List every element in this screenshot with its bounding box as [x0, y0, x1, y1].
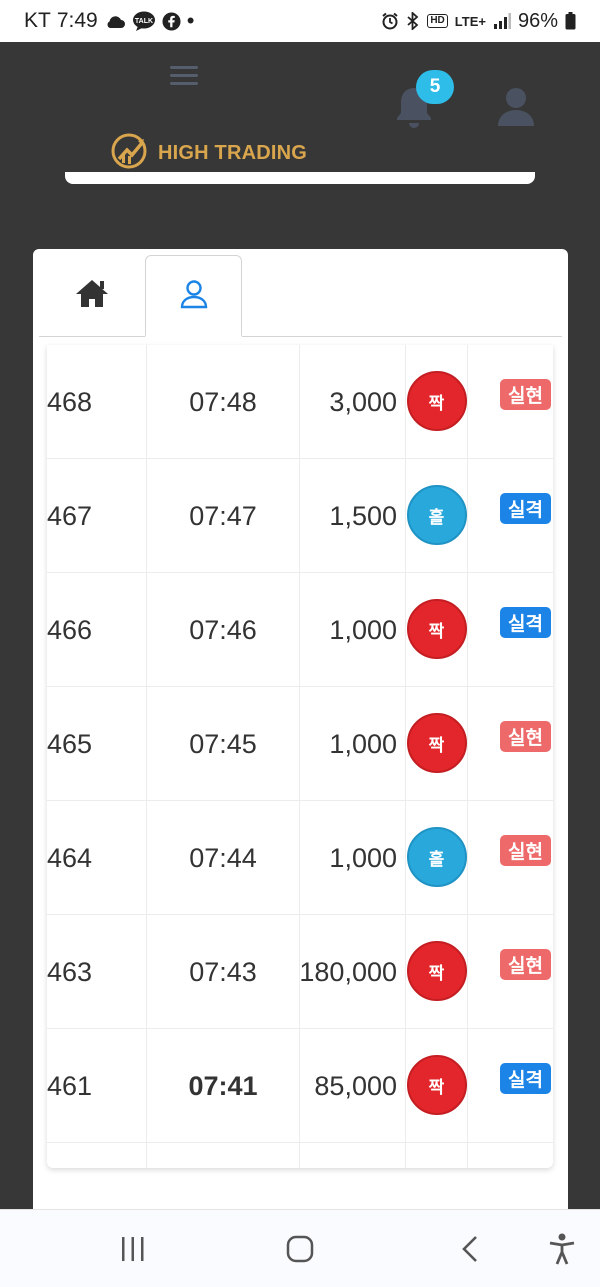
system-nav-bar — [0, 1209, 600, 1287]
tab-home[interactable] — [43, 255, 140, 335]
talk-icon: TALK — [132, 11, 156, 31]
round-id: 467 — [47, 500, 93, 531]
bet-amount: 1,000 — [299, 687, 405, 801]
pick-ball: 짝 — [406, 1055, 467, 1115]
network-label: LTE+ — [454, 13, 486, 29]
round-id: 468 — [47, 386, 93, 417]
table-row[interactable]: 465 07:45 1,000 짝 실현 — [47, 687, 553, 801]
bet-amount: 1,000 — [299, 573, 405, 687]
round-time: 07:46 — [146, 573, 299, 687]
pick-ball: 홀 — [406, 827, 467, 887]
carrier-label: KT — [24, 9, 51, 32]
round-id: 463 — [47, 956, 93, 987]
alarm-icon — [381, 12, 399, 30]
home-icon — [75, 278, 109, 312]
table-row[interactable]: 467 07:47 1,500 홀 실격 — [47, 459, 553, 573]
content-card: 468 07:48 3,000 짝 실현 467 07:47 1,500 홀 실… — [33, 249, 568, 1209]
result-badge: 실현 — [500, 721, 551, 752]
notification-badge[interactable]: 5 — [416, 70, 454, 104]
brand-logo[interactable]: HIGH TRADING — [110, 132, 307, 174]
round-time: 07:44 — [146, 801, 299, 915]
result-badge: 실현 — [500, 379, 551, 410]
result-badge: 실현 — [500, 835, 551, 866]
table-row[interactable]: 463 07:43 180,000 짝 실현 — [47, 915, 553, 1029]
round-id: 464 — [47, 842, 93, 873]
pick-ball: 홀 — [406, 485, 467, 545]
tab-bar — [39, 255, 562, 337]
facebook-icon — [162, 11, 181, 31]
table-row[interactable]: 461 07:41 85,000 짝 실격 — [47, 1029, 553, 1143]
recent-apps-icon[interactable] — [118, 1232, 148, 1266]
status-bar: KT 7:49 TALK • HD LTE+ 96% — [0, 0, 600, 42]
hd-icon: HD — [427, 14, 448, 28]
round-id: 466 — [47, 614, 93, 645]
pick-ball: 짝 — [406, 599, 467, 659]
table-row-partial — [47, 1143, 553, 1168]
round-time: 07:45 — [146, 687, 299, 801]
table-row[interactable]: 466 07:46 1,000 짝 실격 — [47, 573, 553, 687]
result-badge: 실격 — [500, 607, 551, 638]
round-id: 465 — [47, 728, 93, 759]
round-id: 461 — [47, 1070, 93, 1101]
pick-ball: 짝 — [406, 941, 467, 1001]
result-badge: 실격 — [500, 1063, 551, 1094]
signal-icon — [493, 13, 511, 29]
battery-icon — [565, 12, 576, 30]
tab-profile[interactable] — [145, 255, 242, 337]
battery-percent: 96% — [517, 9, 558, 32]
bet-amount: 3,000 — [299, 345, 405, 459]
bluetooth-icon — [406, 12, 420, 30]
bet-amount: 180,000 — [299, 915, 405, 1029]
user-icon — [180, 279, 208, 313]
menu-icon[interactable] — [170, 66, 198, 86]
talk-label: TALK — [135, 18, 153, 25]
result-badge: 실현 — [500, 949, 551, 980]
table-row[interactable]: 468 07:48 3,000 짝 실현 — [47, 345, 553, 459]
pick-ball: 짝 — [406, 371, 467, 431]
round-time: 07:48 — [146, 345, 299, 459]
logo-text: HIGH TRADING — [158, 141, 308, 164]
profile-icon[interactable] — [496, 86, 536, 128]
app-header: 5 HIGH TRADING — [0, 42, 600, 248]
cloud-icon — [104, 13, 126, 29]
bet-amount: 1,500 — [299, 459, 405, 573]
round-time: 07:47 — [146, 459, 299, 573]
notification-dot-icon: • — [186, 8, 195, 33]
bet-amount: 1,000 — [299, 801, 405, 915]
round-time: 07:43 — [146, 915, 299, 1029]
header-divider — [65, 172, 535, 184]
bet-history-table: 468 07:48 3,000 짝 실현 467 07:47 1,500 홀 실… — [47, 345, 553, 1168]
accessibility-icon[interactable] — [546, 1232, 578, 1266]
result-badge: 실격 — [500, 493, 551, 524]
bet-amount: 85,000 — [299, 1029, 405, 1143]
table-row[interactable]: 464 07:44 1,000 홀 실현 — [47, 801, 553, 915]
home-button-icon[interactable] — [284, 1232, 316, 1266]
back-icon[interactable] — [456, 1232, 484, 1266]
round-time: 07:41 — [146, 1029, 299, 1143]
logo-mark-icon — [110, 132, 148, 174]
pick-ball: 짝 — [406, 713, 467, 773]
status-time: 7:49 — [56, 9, 98, 32]
